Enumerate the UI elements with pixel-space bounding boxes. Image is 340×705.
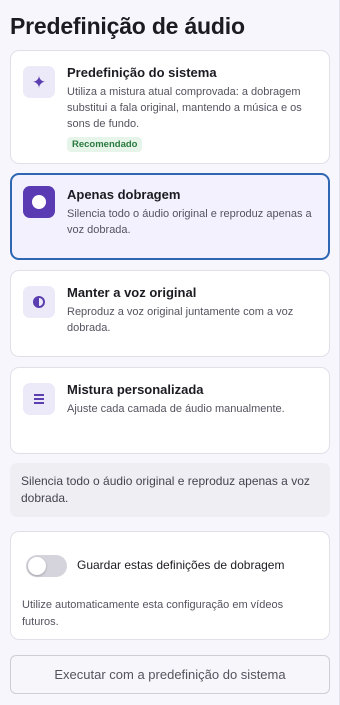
preset-info-text: Silencia todo o áudio original e reprodu… <box>10 463 330 517</box>
half-circle-icon <box>23 286 55 318</box>
recommended-badge: Recomendado <box>67 137 143 152</box>
preset-description: Silencia todo o áudio original e reprodu… <box>67 208 312 236</box>
run-with-preset-button[interactable]: Executar com a predefinição do sistema <box>10 655 330 694</box>
preset-option-keep-original[interactable]: Manter a voz original Reproduz a voz ori… <box>10 270 330 357</box>
preset-description: Ajuste cada camada de áudio manualmente. <box>67 403 285 415</box>
preset-description: Reproduz a voz original juntamente com a… <box>67 306 294 334</box>
save-settings-label: Guardar estas definições de dobragem <box>77 558 285 572</box>
page-title: Predefinição de áudio <box>10 13 245 39</box>
sparkle-icon: ✦ <box>23 66 55 98</box>
save-settings-description: Utilize automaticamente esta configuraçã… <box>22 599 284 628</box>
preset-title: Predefinição do sistema <box>67 65 217 80</box>
save-settings-card: Guardar estas definições de dobragem Uti… <box>10 531 330 640</box>
toggle-knob <box>28 557 46 575</box>
audio-preset-panel: Predefinição de áudio ✦ Predefinição do … <box>0 0 340 705</box>
save-settings-toggle[interactable] <box>26 555 67 577</box>
preset-option-custom-mix[interactable]: Mistura personalizada Ajuste cada camada… <box>10 367 330 454</box>
preset-option-dubbing-only[interactable]: Apenas dobragem Silencia todo o áudio or… <box>10 173 330 260</box>
equalizer-lines-icon <box>23 383 55 415</box>
preset-title: Apenas dobragem <box>67 187 181 202</box>
preset-option-system[interactable]: ✦ Predefinição do sistema Utiliza a mist… <box>10 50 330 164</box>
filled-circle-icon <box>23 186 55 218</box>
preset-title: Mistura personalizada <box>67 382 204 397</box>
preset-title: Manter a voz original <box>67 285 197 300</box>
preset-description: Utiliza a mistura atual comprovada: a do… <box>67 86 302 130</box>
